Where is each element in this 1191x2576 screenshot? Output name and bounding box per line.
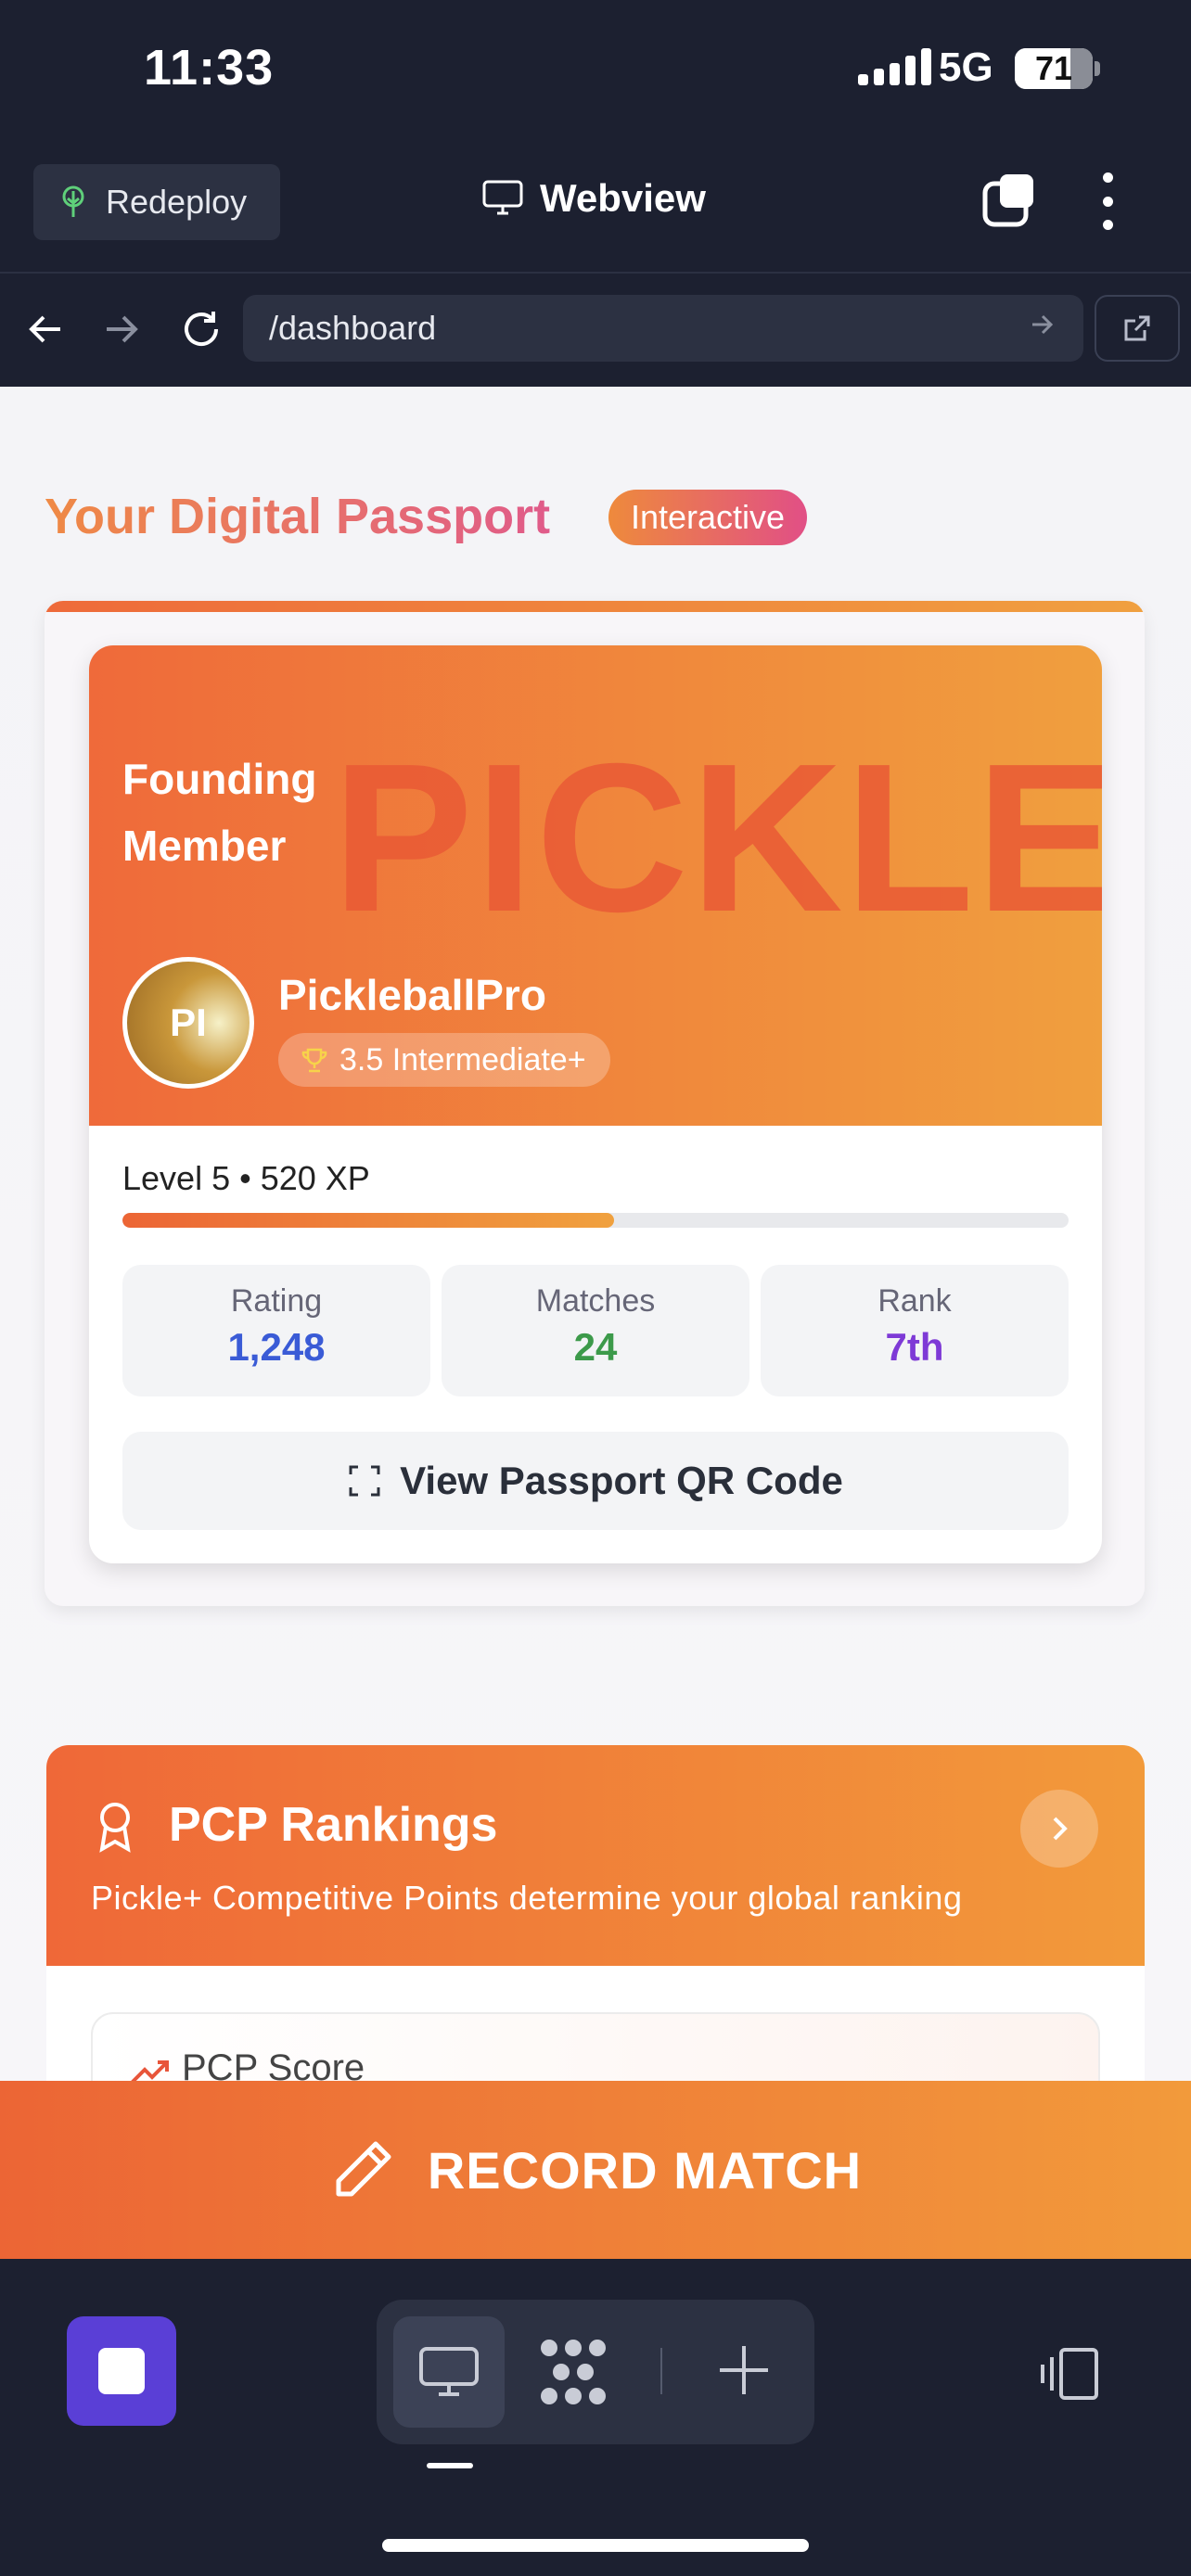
- tabs-button[interactable]: [981, 172, 1037, 228]
- record-match-button[interactable]: RECORD MATCH: [0, 2081, 1191, 2259]
- passport-card[interactable]: PICKLE Founding Member PI PickleballPro …: [89, 645, 1102, 1563]
- forward-button[interactable]: [98, 306, 145, 352]
- stat-rank: Rank 7th: [761, 1265, 1069, 1396]
- grid-icon: [541, 2340, 606, 2404]
- stat-label: Matches: [535, 1283, 656, 1319]
- apps-view-button[interactable]: [536, 2335, 610, 2414]
- battery-icon: 71: [1015, 48, 1093, 89]
- stat-label: Rating: [230, 1283, 323, 1319]
- stop-icon: [98, 2348, 145, 2394]
- open-external-button[interactable]: [1095, 295, 1180, 362]
- username: PickleballPro: [278, 971, 546, 1019]
- level-xp: Level 5 • 520 XP: [122, 1159, 370, 1197]
- background-watermark: PICKLE: [332, 721, 1102, 956]
- scan-icon: [349, 1465, 380, 1497]
- battery-level: 71: [1034, 49, 1073, 87]
- webview-title: Webview: [482, 176, 706, 221]
- view-qr-label: View Passport QR Code: [400, 1459, 843, 1502]
- active-indicator: [427, 2463, 473, 2468]
- trophy-icon: [301, 1048, 327, 1073]
- reload-button[interactable]: [178, 306, 224, 352]
- stat-value: 24: [573, 1325, 618, 1369]
- network-type: 5G: [939, 45, 993, 90]
- pcp-open-button[interactable]: [1020, 1790, 1098, 1868]
- view-switcher: [377, 2300, 814, 2444]
- side-panel-button[interactable]: [1037, 2344, 1104, 2408]
- pcp-title: PCP Rankings: [169, 1798, 498, 1852]
- url-go-icon[interactable]: [1030, 312, 1056, 342]
- more-menu-icon[interactable]: [1098, 172, 1117, 230]
- interactive-badge: Interactive: [608, 490, 808, 545]
- skill-level: 3.5 Intermediate+: [339, 1041, 586, 1078]
- divider: [660, 2348, 662, 2394]
- arrow-left-icon: [29, 315, 60, 343]
- xp-progress-bar: [122, 1213, 1069, 1228]
- redeploy-label: Redeploy: [106, 183, 248, 221]
- avatar-initials: PI: [170, 1001, 207, 1044]
- record-match-label: RECORD MATCH: [427, 2140, 863, 2200]
- award-icon: [99, 1803, 131, 1853]
- monitor-icon: [482, 180, 523, 215]
- avatar: PI: [122, 957, 254, 1089]
- pcp-subtitle: Pickle+ Competitive Points determine you…: [91, 1879, 963, 1917]
- status-time: 11:33: [144, 40, 275, 96]
- pencil-icon: [336, 2141, 391, 2197]
- arrow-right-icon: [107, 315, 138, 343]
- signal-icon: [858, 48, 931, 85]
- add-button[interactable]: [714, 2340, 774, 2404]
- back-button[interactable]: [22, 306, 69, 352]
- external-link-icon: [1124, 315, 1150, 341]
- xp-progress-fill: [122, 1213, 615, 1228]
- stat-rating: Rating 1,248: [122, 1265, 430, 1396]
- stop-button[interactable]: [67, 2316, 176, 2426]
- tree-icon: [62, 185, 84, 217]
- url-bar[interactable]: /dashboard: [243, 295, 1083, 362]
- skill-badge: 3.5 Intermediate+: [278, 1033, 610, 1087]
- home-indicator: [382, 2539, 809, 2552]
- chevron-right-icon: [1053, 1817, 1068, 1841]
- redeploy-button[interactable]: Redeploy: [33, 164, 280, 240]
- preview-view-button[interactable]: [393, 2316, 505, 2428]
- stat-label: Rank: [877, 1283, 952, 1319]
- passport-card-header: PICKLE Founding Member PI PickleballPro …: [89, 645, 1102, 1126]
- plus-icon: [720, 2346, 768, 2394]
- side-panel-icon: [1041, 2348, 1098, 2400]
- section-title: Your Digital Passport: [45, 489, 551, 544]
- battery-cap: [1095, 61, 1100, 76]
- stat-value: 1,248: [227, 1325, 326, 1369]
- url-text: /dashboard: [269, 309, 437, 347]
- founding-member-label: Founding Member: [122, 755, 317, 870]
- stat-value: 7th: [885, 1325, 944, 1369]
- pcp-header: PCP Rankings Pickle+ Competitive Points …: [46, 1745, 1145, 1966]
- stat-matches: Matches 24: [442, 1265, 749, 1396]
- webview-title-text: Webview: [540, 176, 706, 220]
- tabs-icon: [982, 174, 1033, 227]
- view-qr-button[interactable]: View Passport QR Code: [122, 1432, 1069, 1530]
- monitor-icon: [419, 2347, 479, 2396]
- reload-icon: [185, 312, 218, 346]
